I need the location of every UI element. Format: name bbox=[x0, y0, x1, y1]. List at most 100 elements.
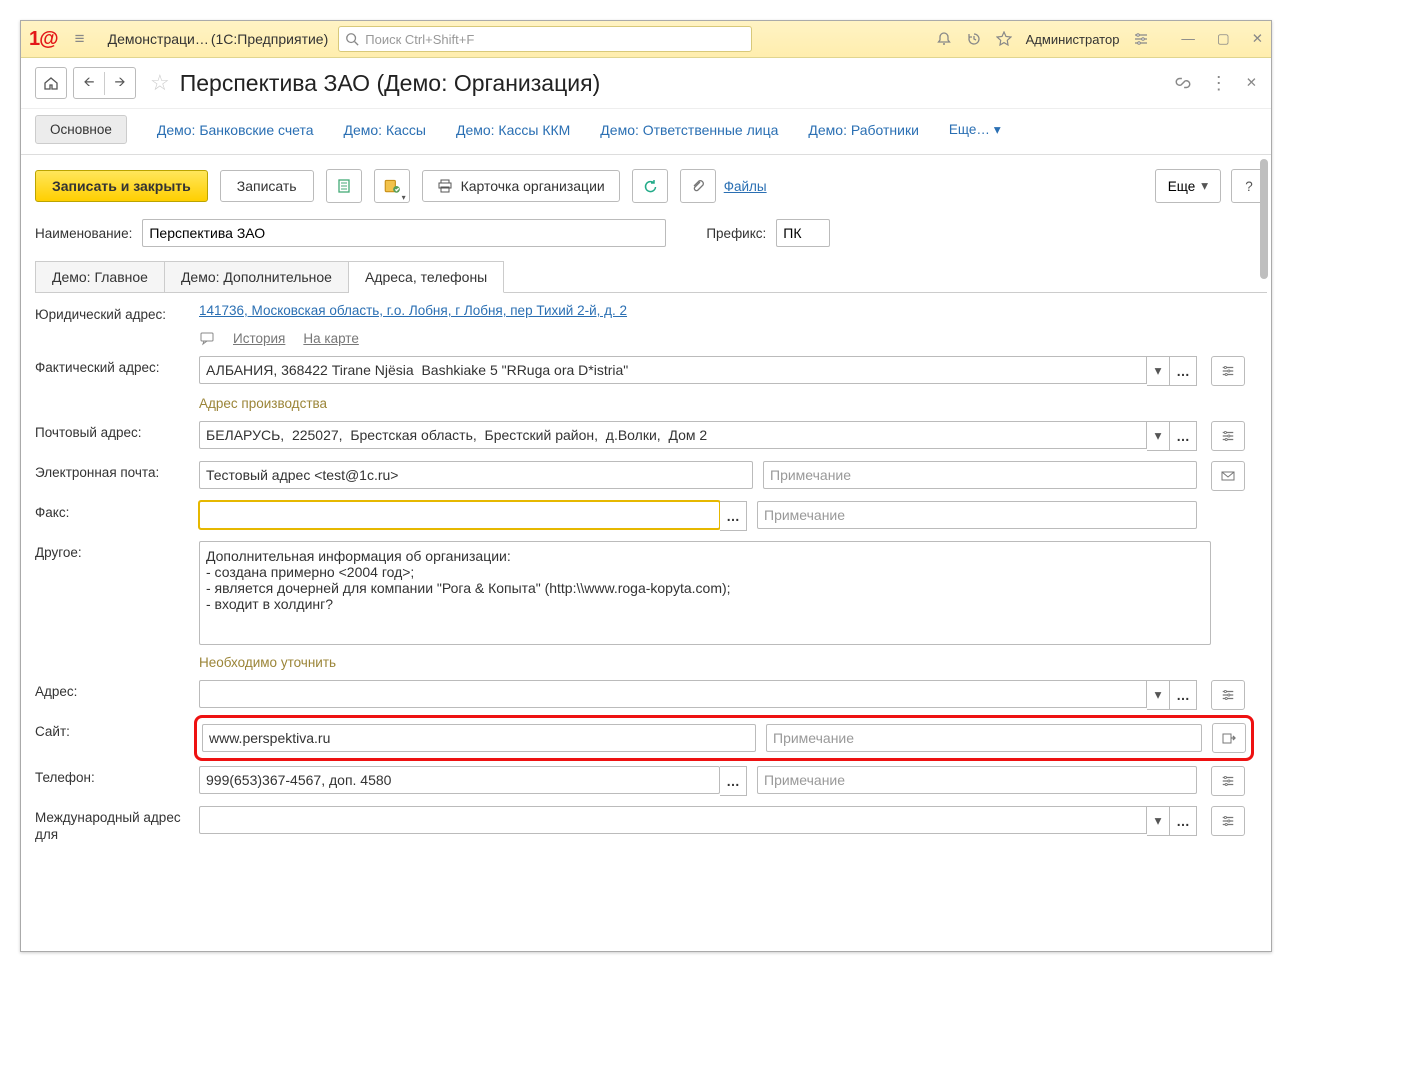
address-dropdown[interactable]: ▾ bbox=[1147, 680, 1170, 710]
name-input[interactable] bbox=[142, 219, 666, 247]
address-select[interactable]: … bbox=[1170, 680, 1197, 710]
actual-address-menu[interactable] bbox=[1211, 356, 1245, 386]
attach-icon-button[interactable] bbox=[680, 169, 716, 203]
close-page-button[interactable]: ✕ bbox=[1246, 75, 1257, 91]
inner-tab-main[interactable]: Демо: Главное bbox=[35, 261, 165, 293]
email-send-button[interactable] bbox=[1211, 461, 1245, 491]
other-label: Другое: bbox=[35, 541, 185, 562]
save-close-button[interactable]: Записать и закрыть bbox=[35, 170, 208, 202]
prefix-input[interactable] bbox=[776, 219, 830, 247]
star-icon[interactable] bbox=[996, 31, 1012, 47]
intl-address-menu[interactable] bbox=[1211, 806, 1245, 836]
fax-select[interactable]: … bbox=[720, 501, 747, 531]
report-icon-button[interactable] bbox=[326, 169, 362, 203]
form-toolbar: Записать и закрыть Записать ▾ Карточка о… bbox=[35, 169, 1267, 203]
tab-main[interactable]: Основное bbox=[35, 115, 127, 144]
post-address-label: Почтовый адрес: bbox=[35, 421, 185, 442]
scroll-thumb[interactable] bbox=[1260, 159, 1268, 279]
phone-select[interactable]: … bbox=[720, 766, 747, 796]
other-textarea[interactable] bbox=[199, 541, 1211, 645]
search-icon bbox=[345, 32, 359, 46]
legal-address-link[interactable]: 141736, Московская область, г.о. Лобня, … bbox=[199, 303, 1197, 318]
logo-1c: 1@ bbox=[29, 28, 58, 51]
fax-input[interactable] bbox=[199, 501, 720, 529]
post-address-select[interactable]: … bbox=[1170, 421, 1197, 451]
site-open-button[interactable] bbox=[1212, 723, 1246, 753]
nav-back[interactable]: 🡨 bbox=[74, 72, 105, 95]
history-link[interactable]: История bbox=[233, 331, 285, 346]
org-card-button[interactable]: Карточка организации bbox=[422, 170, 620, 202]
tab-kkm[interactable]: Демо: Кассы ККМ bbox=[456, 122, 570, 138]
save-button[interactable]: Записать bbox=[220, 170, 314, 202]
minimize-button[interactable]: — bbox=[1181, 31, 1195, 47]
site-label: Сайт: bbox=[35, 720, 185, 741]
inner-tab-addresses[interactable]: Адреса, телефоны bbox=[349, 261, 504, 293]
global-search[interactable] bbox=[338, 26, 752, 52]
link-icon[interactable] bbox=[1174, 74, 1192, 92]
kebab-icon[interactable]: ⋮ bbox=[1210, 73, 1228, 94]
tab-responsible[interactable]: Демо: Ответственные лица bbox=[600, 122, 778, 138]
comment-icon[interactable] bbox=[199, 330, 215, 346]
page-toolbar: 🡨 🡪 ☆ Перспектива ЗАО (Демо: Организация… bbox=[21, 58, 1271, 109]
address-label: Адрес: bbox=[35, 680, 185, 701]
actual-address-dropdown[interactable]: ▾ bbox=[1147, 356, 1170, 386]
prefix-label: Префикс: bbox=[706, 226, 766, 241]
contact-icon-button[interactable]: ▾ bbox=[374, 169, 410, 203]
history-icon[interactable] bbox=[966, 31, 982, 47]
onmap-link[interactable]: На карте bbox=[303, 331, 358, 346]
printer-icon bbox=[437, 178, 453, 194]
site-note[interactable] bbox=[766, 724, 1202, 752]
phone-label: Телефон: bbox=[35, 766, 185, 787]
tab-employees[interactable]: Демо: Работники bbox=[808, 122, 919, 138]
address-menu[interactable] bbox=[1211, 680, 1245, 710]
phone-input[interactable] bbox=[199, 766, 720, 794]
tab-cashboxes[interactable]: Демо: Кассы bbox=[344, 122, 426, 138]
fax-label: Факс: bbox=[35, 501, 185, 522]
legal-address-label: Юридический адрес: bbox=[35, 303, 185, 324]
close-button[interactable]: ✕ bbox=[1252, 31, 1263, 47]
maximize-button[interactable]: ▢ bbox=[1217, 31, 1230, 47]
name-label: Наименование: bbox=[35, 226, 132, 241]
current-user[interactable]: Администратор bbox=[1026, 32, 1120, 47]
tabs-more[interactable]: Еще…▾ bbox=[949, 122, 1001, 138]
files-link[interactable]: Файлы bbox=[724, 179, 767, 194]
favorite-star-icon[interactable]: ☆ bbox=[150, 70, 170, 96]
search-input[interactable] bbox=[363, 31, 745, 48]
other-hint: Необходимо уточнить bbox=[199, 655, 1197, 670]
nav-back-forward: 🡨 🡪 bbox=[73, 67, 136, 99]
bell-icon[interactable] bbox=[936, 31, 952, 47]
actual-address-label: Фактический адрес: bbox=[35, 356, 185, 377]
email-label: Электронная почта: bbox=[35, 461, 185, 482]
site-input[interactable] bbox=[202, 724, 756, 752]
intl-address-input[interactable] bbox=[199, 806, 1147, 834]
phone-menu[interactable] bbox=[1211, 766, 1245, 796]
actual-address-input[interactable] bbox=[199, 356, 1147, 384]
more-button[interactable]: Еще▾ bbox=[1155, 169, 1221, 203]
vertical-scrollbar[interactable] bbox=[1257, 155, 1269, 951]
inner-tabs: Демо: Главное Демо: Дополнительное Адрес… bbox=[35, 261, 1267, 293]
email-note[interactable] bbox=[763, 461, 1197, 489]
actual-address-hint: Адрес производства bbox=[199, 396, 1197, 411]
app-mode: (1С:Предприятие) bbox=[211, 31, 328, 47]
address-input[interactable] bbox=[199, 680, 1147, 708]
phone-note[interactable] bbox=[757, 766, 1197, 794]
fax-note[interactable] bbox=[757, 501, 1197, 529]
app-titlebar: 1@ ≡ Демонстраци… (1С:Предприятие) Админ… bbox=[21, 21, 1271, 58]
inner-tab-extra[interactable]: Демо: Дополнительное bbox=[165, 261, 349, 293]
page-title: Перспектива ЗАО (Демо: Организация) bbox=[180, 70, 601, 97]
hamburger-icon[interactable]: ≡ bbox=[70, 29, 90, 49]
settings-lines-icon[interactable] bbox=[1133, 31, 1149, 47]
home-button[interactable] bbox=[35, 67, 67, 99]
email-input[interactable] bbox=[199, 461, 753, 489]
refresh-icon-button[interactable] bbox=[632, 169, 668, 203]
post-address-menu[interactable] bbox=[1211, 421, 1245, 451]
intl-address-dropdown[interactable]: ▾ bbox=[1147, 806, 1170, 836]
nav-forward[interactable]: 🡪 bbox=[105, 72, 135, 95]
post-address-dropdown[interactable]: ▾ bbox=[1147, 421, 1170, 451]
intl-address-select[interactable]: … bbox=[1170, 806, 1197, 836]
app-name: Демонстраци… bbox=[108, 31, 209, 47]
form-content: Записать и закрыть Записать ▾ Карточка о… bbox=[21, 155, 1271, 951]
post-address-input[interactable] bbox=[199, 421, 1147, 449]
tab-bank-accounts[interactable]: Демо: Банковские счета bbox=[157, 122, 314, 138]
actual-address-select[interactable]: … bbox=[1170, 356, 1197, 386]
